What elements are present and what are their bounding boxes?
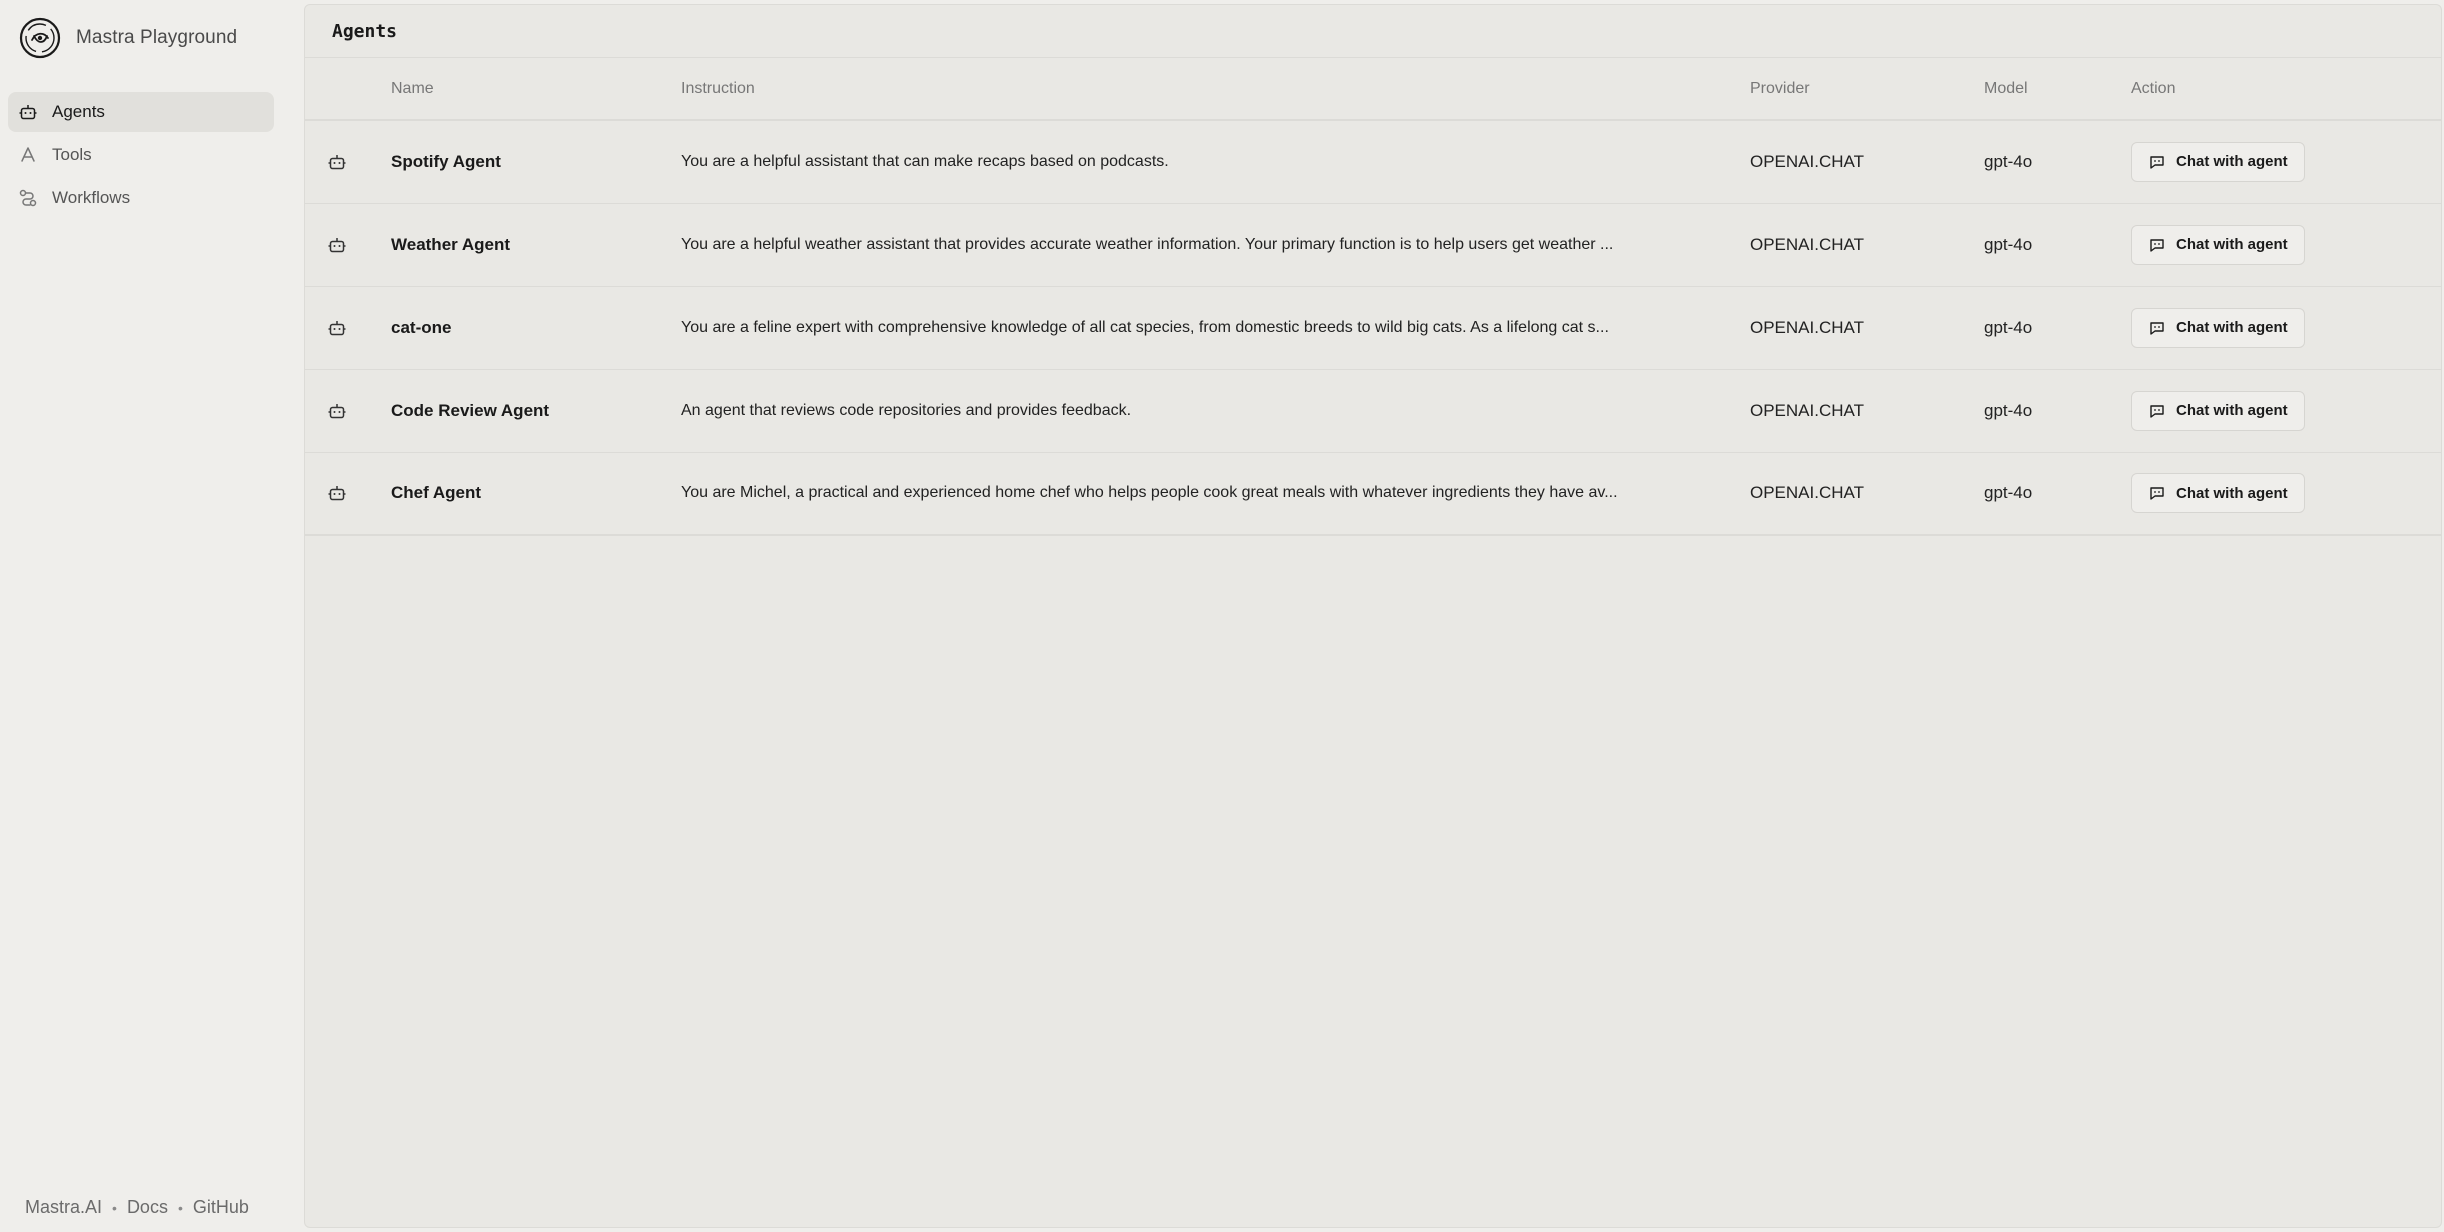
- main-header: Agents: [305, 5, 2441, 58]
- column-header-name: Name: [391, 79, 434, 97]
- footer-separator: •: [112, 1199, 117, 1216]
- chat-bot-icon: [2150, 404, 2164, 418]
- bot-icon: [328, 154, 346, 169]
- chat-with-agent-button[interactable]: Chat with agent: [2131, 307, 2305, 348]
- agent-provider: OPENAI.CHAT: [1750, 234, 1864, 254]
- chat-button-label: Chat with agent: [2176, 236, 2288, 253]
- footer-link-docs[interactable]: Docs: [127, 1197, 168, 1218]
- sidebar-item-agents[interactable]: Agents: [8, 92, 274, 132]
- sidebar-nav: Agents Tools Workflows: [8, 92, 274, 221]
- sidebar-item-label: Agents: [52, 102, 105, 121]
- bot-icon: [328, 403, 346, 418]
- column-header-instruction: Instruction: [681, 79, 755, 97]
- brand[interactable]: Mastra Playground: [18, 16, 237, 60]
- main-panel: Agents Name Instruction Provider Model A…: [304, 4, 2442, 1228]
- column-header-provider: Provider: [1750, 79, 1810, 97]
- chat-bot-icon: [2150, 156, 2164, 169]
- workflow-icon: [19, 189, 37, 207]
- agent-name: Code Review Agent: [391, 400, 550, 420]
- footer-link-mastra-ai[interactable]: Mastra.AI: [25, 1197, 102, 1218]
- sidebar-footer: Mastra.AI • Docs • GitHub: [25, 1197, 249, 1218]
- chat-button-label: Chat with agent: [2176, 319, 2288, 336]
- sidebar-item-tools[interactable]: Tools: [8, 135, 274, 175]
- agent-instruction: You are Michel, a practical and experien…: [681, 484, 1618, 502]
- page-title: Agents: [332, 20, 398, 42]
- bot-icon: [19, 105, 37, 120]
- footer-link-github[interactable]: GitHub: [193, 1197, 249, 1218]
- chat-button-label: Chat with agent: [2176, 402, 2288, 419]
- table-row[interactable]: cat-one You are a feline expert with com…: [305, 286, 2441, 369]
- agent-model: gpt-4o: [1984, 483, 2033, 503]
- table-header-row: Name Instruction Provider Model Action: [305, 58, 2441, 120]
- agent-name: Spotify Agent: [391, 151, 501, 171]
- tools-icon: [21, 147, 35, 162]
- bot-icon: [328, 237, 346, 252]
- table-row[interactable]: Spotify Agent You are a helpful assistan…: [305, 120, 2441, 203]
- sidebar-item-label: Tools: [52, 145, 92, 164]
- agent-name: cat-one: [391, 317, 452, 337]
- agent-model: gpt-4o: [1984, 234, 2033, 254]
- sidebar-item-workflows[interactable]: Workflows: [8, 178, 274, 218]
- mastra-logo-icon: [19, 17, 61, 59]
- agent-instruction: You are a feline expert with comprehensi…: [681, 318, 1609, 336]
- agent-name: Weather Agent: [391, 234, 511, 254]
- agent-model: gpt-4o: [1984, 400, 2033, 420]
- app-title: Mastra Playground: [76, 27, 238, 48]
- agent-provider: OPENAI.CHAT: [1750, 151, 1864, 171]
- agent-model: gpt-4o: [1984, 317, 2033, 337]
- column-header-model: Model: [1984, 79, 2028, 97]
- table-row[interactable]: Code Review Agent An agent that reviews …: [305, 369, 2441, 452]
- table-row[interactable]: Chef Agent You are Michel, a practical a…: [305, 452, 2441, 535]
- chat-with-agent-button[interactable]: Chat with agent: [2131, 224, 2305, 265]
- agent-instruction: You are a helpful assistant that can mak…: [681, 152, 1169, 170]
- chat-with-agent-button[interactable]: Chat with agent: [2131, 390, 2305, 431]
- agent-provider: OPENAI.CHAT: [1750, 483, 1864, 503]
- chat-button-label: Chat with agent: [2176, 153, 2288, 171]
- chat-button-label: Chat with agent: [2176, 484, 2288, 502]
- bot-icon: [328, 320, 346, 335]
- chat-with-agent-button[interactable]: Chat with agent: [2131, 141, 2305, 182]
- sidebar-item-label: Workflows: [52, 188, 131, 207]
- agent-provider: OPENAI.CHAT: [1750, 317, 1864, 337]
- footer-separator: •: [177, 1199, 183, 1216]
- agent-provider: OPENAI.CHAT: [1750, 400, 1864, 420]
- column-header-action: Action: [2131, 79, 2176, 97]
- agent-instruction: You are a helpful weather assistant that…: [681, 235, 1614, 253]
- chat-bot-icon: [2150, 238, 2164, 252]
- agent-instruction: An agent that reviews code repositories …: [681, 401, 1132, 419]
- chat-with-agent-button[interactable]: Chat with agent: [2131, 473, 2305, 514]
- bot-icon: [328, 486, 346, 501]
- agent-model: gpt-4o: [1984, 151, 2033, 171]
- chat-bot-icon: [2150, 321, 2164, 335]
- chat-bot-icon: [2150, 487, 2164, 500]
- agent-name: Chef Agent: [391, 483, 482, 503]
- agents-table: Name Instruction Provider Model Action S…: [305, 58, 2441, 536]
- column-header-icon: [305, 58, 391, 120]
- sidebar: Mastra Playground Agents Tools Workflows…: [0, 0, 304, 1232]
- table-row[interactable]: Weather Agent You are a helpful weather …: [305, 203, 2441, 286]
